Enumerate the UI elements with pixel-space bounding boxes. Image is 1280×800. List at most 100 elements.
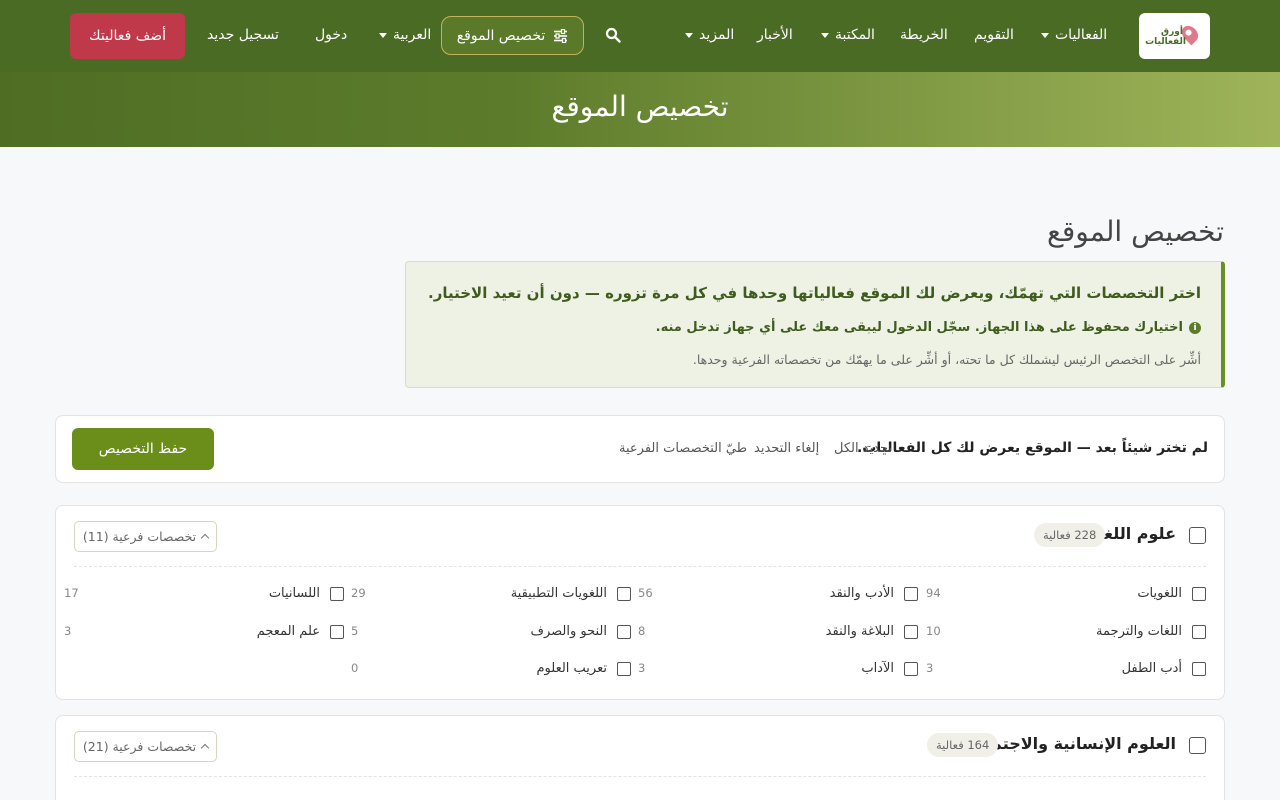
select-all-link[interactable]: تحديد الكل (834, 441, 892, 456)
subcategory-checkbox[interactable] (1192, 662, 1206, 676)
subcategory-item[interactable]: أدب الطفل 3 (926, 660, 1206, 680)
subcategory-label: تعريب العلوم (536, 661, 608, 676)
subcategory-label: أدب الطفل (1121, 661, 1182, 676)
collapse-subs-link[interactable]: طيّ التخصصات الفرعية (619, 441, 747, 456)
subcategory-checkbox[interactable] (617, 625, 631, 639)
subcategory-checkbox[interactable] (617, 587, 631, 601)
subcategory-count: 3 (64, 624, 72, 638)
subcategory-checkbox[interactable] (1192, 625, 1206, 639)
subcategory-count: 3 (638, 661, 646, 675)
subcategory-count: 3 (926, 661, 934, 675)
hero-title: تخصيص الموقع (551, 90, 729, 123)
subcategories-toggle-label: تخصصات فرعية (11) (82, 529, 197, 544)
subcategory-item[interactable]: الأدب والنقد 56 (638, 585, 918, 605)
register-link[interactable]: تسجيل جديد (207, 24, 279, 46)
subcategory-count: 5 (351, 624, 359, 638)
subcategory-item[interactable]: اللغويات 94 (926, 585, 1206, 605)
nav-events[interactable]: الفعاليات (1041, 24, 1107, 46)
subcategory-count: 94 (926, 586, 941, 600)
nav-library-label: المكتبة (835, 27, 875, 43)
nav-news[interactable]: الأخبار (757, 24, 793, 46)
category-card-language: علوم اللغة 228 فعالية تخصصات فرعية (11) … (55, 505, 1225, 700)
caret-down-icon (821, 32, 829, 38)
subcategories-toggle[interactable]: تخصصات فرعية (11) (74, 521, 217, 552)
subcategory-item[interactable]: اللغات والترجمة 10 (926, 623, 1206, 643)
subcategory-item[interactable]: الآداب 3 (638, 660, 918, 680)
subcategory-label: اللغويات (1137, 586, 1182, 601)
sliders-icon (554, 28, 568, 43)
nav-more-label: المزيد (699, 27, 735, 43)
chevron-up-icon (200, 743, 210, 753)
save-customization-button[interactable]: حفظ التخصيص (72, 428, 214, 470)
info-hint: أشِّر على التخصص الرئيس ليشملك كل ما تحت… (692, 352, 1201, 367)
chevron-up-icon (200, 533, 210, 543)
subcategory-count: 8 (638, 624, 646, 638)
category-card-humanities: العلوم الإنسانية والاجتماعية 164 فعالية … (55, 715, 1225, 800)
info-saved-text: اختيارك محفوظ على هذا الجهاز. سجّل الدخو… (655, 320, 1183, 335)
register-label: تسجيل جديد (207, 27, 279, 43)
search-button[interactable] (605, 24, 621, 46)
subcategory-checkbox[interactable] (330, 625, 344, 639)
card-divider (74, 776, 1206, 777)
info-icon: i (1189, 321, 1201, 334)
hero-banner: تخصيص الموقع (0, 72, 1280, 147)
category-checkbox[interactable] (1189, 527, 1206, 544)
logo-text: أورق الفعاليات (1145, 27, 1186, 47)
add-event-button[interactable]: أضف فعاليتك (70, 13, 185, 59)
subcategory-count: 17 (64, 586, 79, 600)
card-divider (74, 566, 1206, 567)
login-link[interactable]: دخول (315, 24, 347, 46)
subcategory-label: الآداب (861, 661, 894, 676)
nav-calendar-label: التقويم (974, 27, 1014, 43)
language-switcher[interactable]: العربية (379, 24, 431, 46)
subcategory-item[interactable]: اللسانيات 17 (64, 585, 344, 605)
nav-calendar[interactable]: التقويم (974, 24, 1014, 46)
category-count-badge: 228 فعالية (1034, 523, 1106, 547)
subcategory-checkbox[interactable] (617, 662, 631, 676)
subcategory-label: اللغات والترجمة (1096, 624, 1182, 639)
nav-map[interactable]: الخريطة (900, 24, 948, 46)
subcategory-checkbox[interactable] (330, 587, 344, 601)
customize-site-label: تخصيص الموقع (456, 27, 546, 44)
info-box: اختر التخصصات التي تهمّك، ويعرض لك الموق… (405, 261, 1225, 388)
category-count-badge: 164 فعالية (927, 733, 999, 757)
info-saved-note: i اختيارك محفوظ على هذا الجهاز. سجّل الد… (656, 320, 1201, 335)
nav-news-label: الأخبار (757, 27, 793, 43)
page-title: تخصيص الموقع (1046, 215, 1224, 248)
nav-library[interactable]: المكتبة (821, 24, 875, 46)
subcategory-checkbox[interactable] (904, 587, 918, 601)
subcategory-label: النحو والصرف (530, 624, 607, 639)
selection-toolbar: لم تختر شيئاً بعد — الموقع يعرض لك كل ال… (55, 415, 1225, 483)
add-event-label: أضف فعاليتك (89, 28, 166, 44)
subcategory-label: اللسانيات (268, 586, 320, 601)
language-label: العربية (393, 27, 432, 43)
subcategory-item[interactable]: علم المعجم 3 (64, 623, 344, 643)
subcategories-toggle-label: تخصصات فرعية (21) (82, 739, 197, 754)
subcategory-count: 29 (351, 586, 366, 600)
site-logo[interactable]: أورق الفعاليات (1139, 13, 1210, 59)
subcategory-item[interactable]: البلاغة والنقد 8 (638, 623, 918, 643)
subcategory-checkbox[interactable] (1192, 587, 1206, 601)
search-icon (605, 27, 621, 43)
subcategory-item[interactable]: النحو والصرف 5 (351, 623, 631, 643)
nav-events-label: الفعاليات (1055, 27, 1108, 43)
subcategories-toggle[interactable]: تخصصات فرعية (21) (74, 731, 217, 762)
category-title: علوم اللغة (1094, 524, 1176, 543)
subcategory-label: الأدب والنقد (829, 586, 894, 601)
category-checkbox[interactable] (1189, 737, 1206, 754)
subcategory-label: علم المعجم (256, 624, 320, 639)
clear-selection-link[interactable]: إلغاء التحديد (754, 441, 819, 456)
nav-more[interactable]: المزيد (685, 24, 734, 46)
subcategory-item[interactable]: تعريب العلوم 0 (351, 660, 631, 680)
caret-down-icon (1041, 32, 1049, 38)
info-headline: اختر التخصصات التي تهمّك، ويعرض لك الموق… (428, 284, 1201, 302)
subcategory-checkbox[interactable] (904, 662, 918, 676)
customize-site-button[interactable]: تخصيص الموقع (441, 16, 584, 55)
subcategory-count: 56 (638, 586, 653, 600)
subcategory-count: 0 (351, 661, 359, 675)
subcategory-item[interactable]: اللغويات التطبيقية 29 (351, 585, 631, 605)
subcategory-label: البلاغة والنقد (825, 624, 894, 639)
top-navbar: أورق الفعاليات الفعاليات التقويم الخريطة… (0, 0, 1280, 72)
subcategory-checkbox[interactable] (904, 625, 918, 639)
login-label: دخول (315, 27, 348, 43)
